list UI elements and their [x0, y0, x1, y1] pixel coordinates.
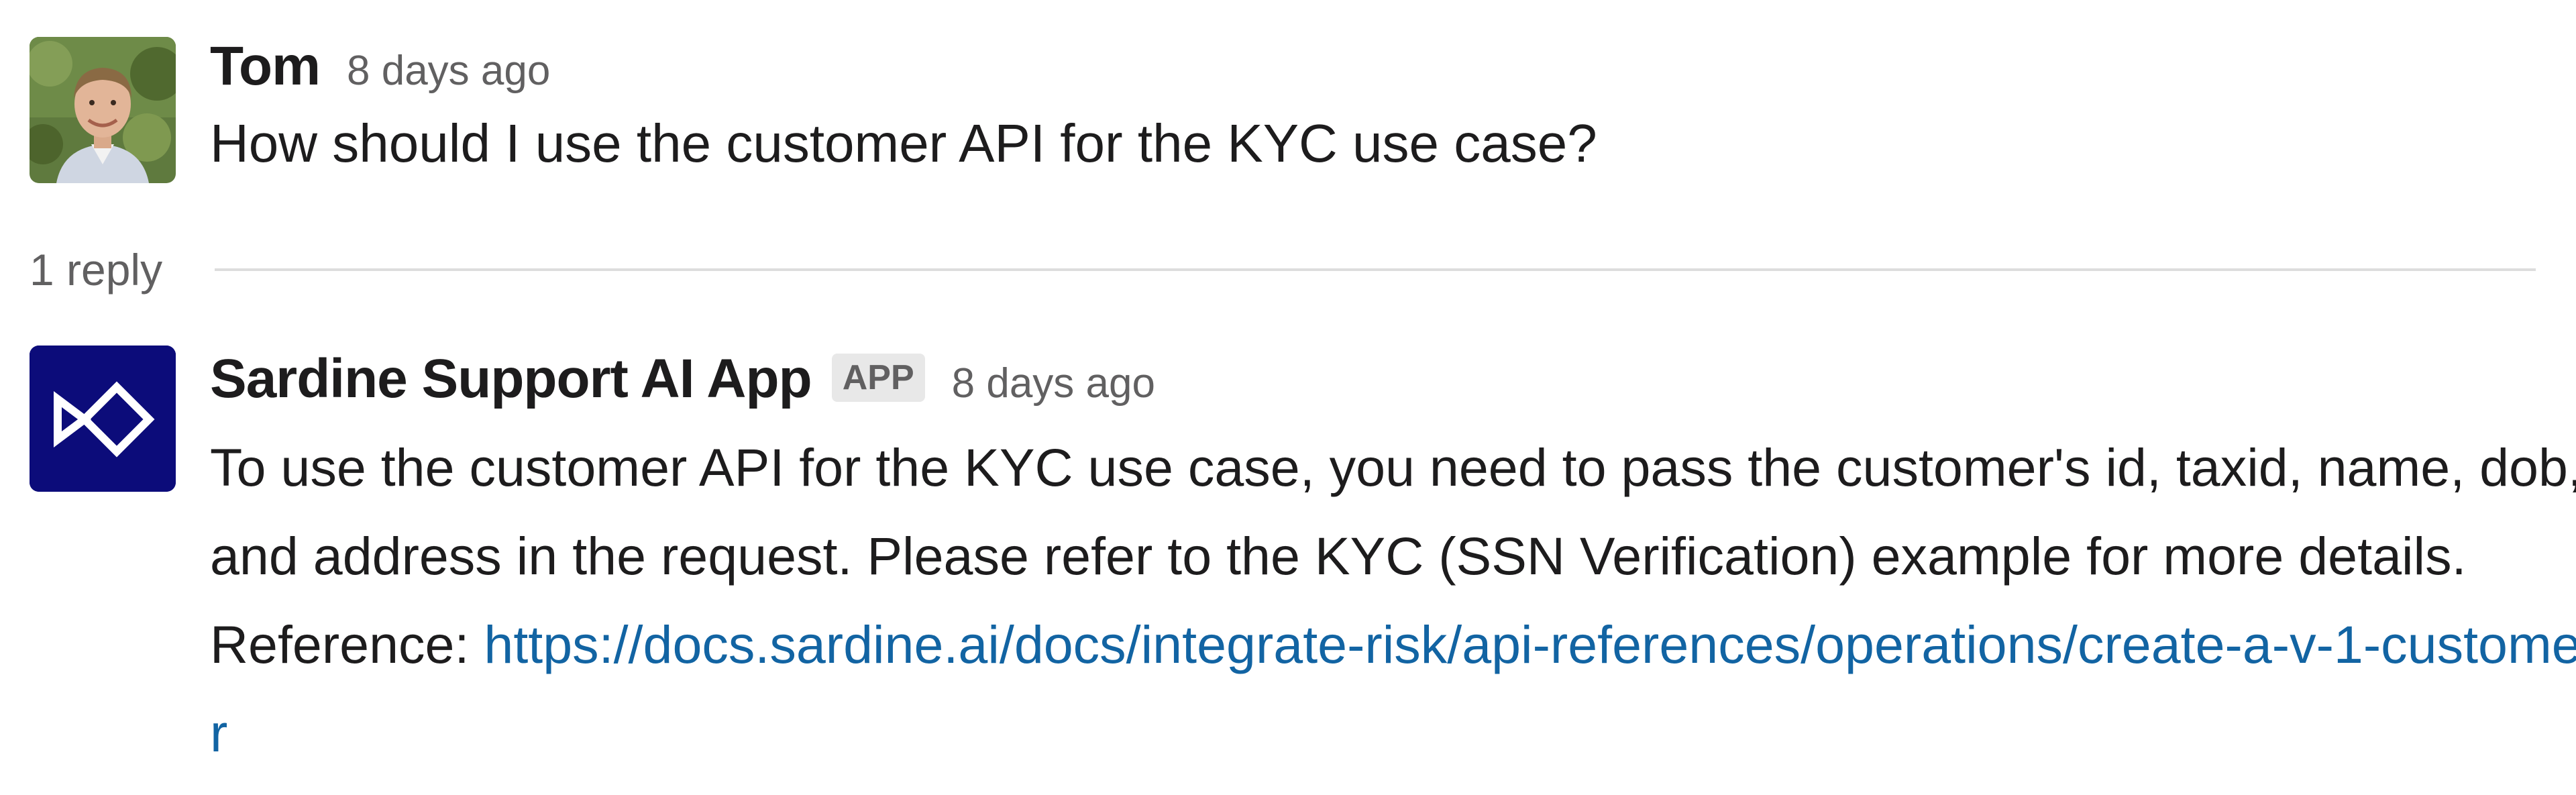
sender-name[interactable]: Tom [210, 33, 321, 100]
message-timestamp[interactable]: 8 days ago [347, 47, 550, 95]
divider-line [215, 268, 2536, 271]
reference-link[interactable]: https://docs.sardine.ai/docs/integrate-r… [210, 615, 2576, 763]
message-text: How should I use the customer API for th… [210, 113, 1597, 173]
thread-reply-divider: 1 reply [30, 243, 2536, 297]
message-timestamp[interactable]: 8 days ago [952, 360, 1155, 407]
sender-name[interactable]: Sardine Support AI App [210, 346, 812, 413]
app-avatar[interactable] [30, 346, 176, 492]
user-photo-avatar[interactable] [30, 37, 176, 183]
message-text: To use the customer API for the KYC use … [210, 423, 2576, 778]
reply-count[interactable]: 1 reply [30, 244, 162, 295]
sardine-logo-icon [30, 346, 176, 492]
avatar-photo-image [30, 37, 176, 183]
app-badge: APP [831, 354, 925, 402]
